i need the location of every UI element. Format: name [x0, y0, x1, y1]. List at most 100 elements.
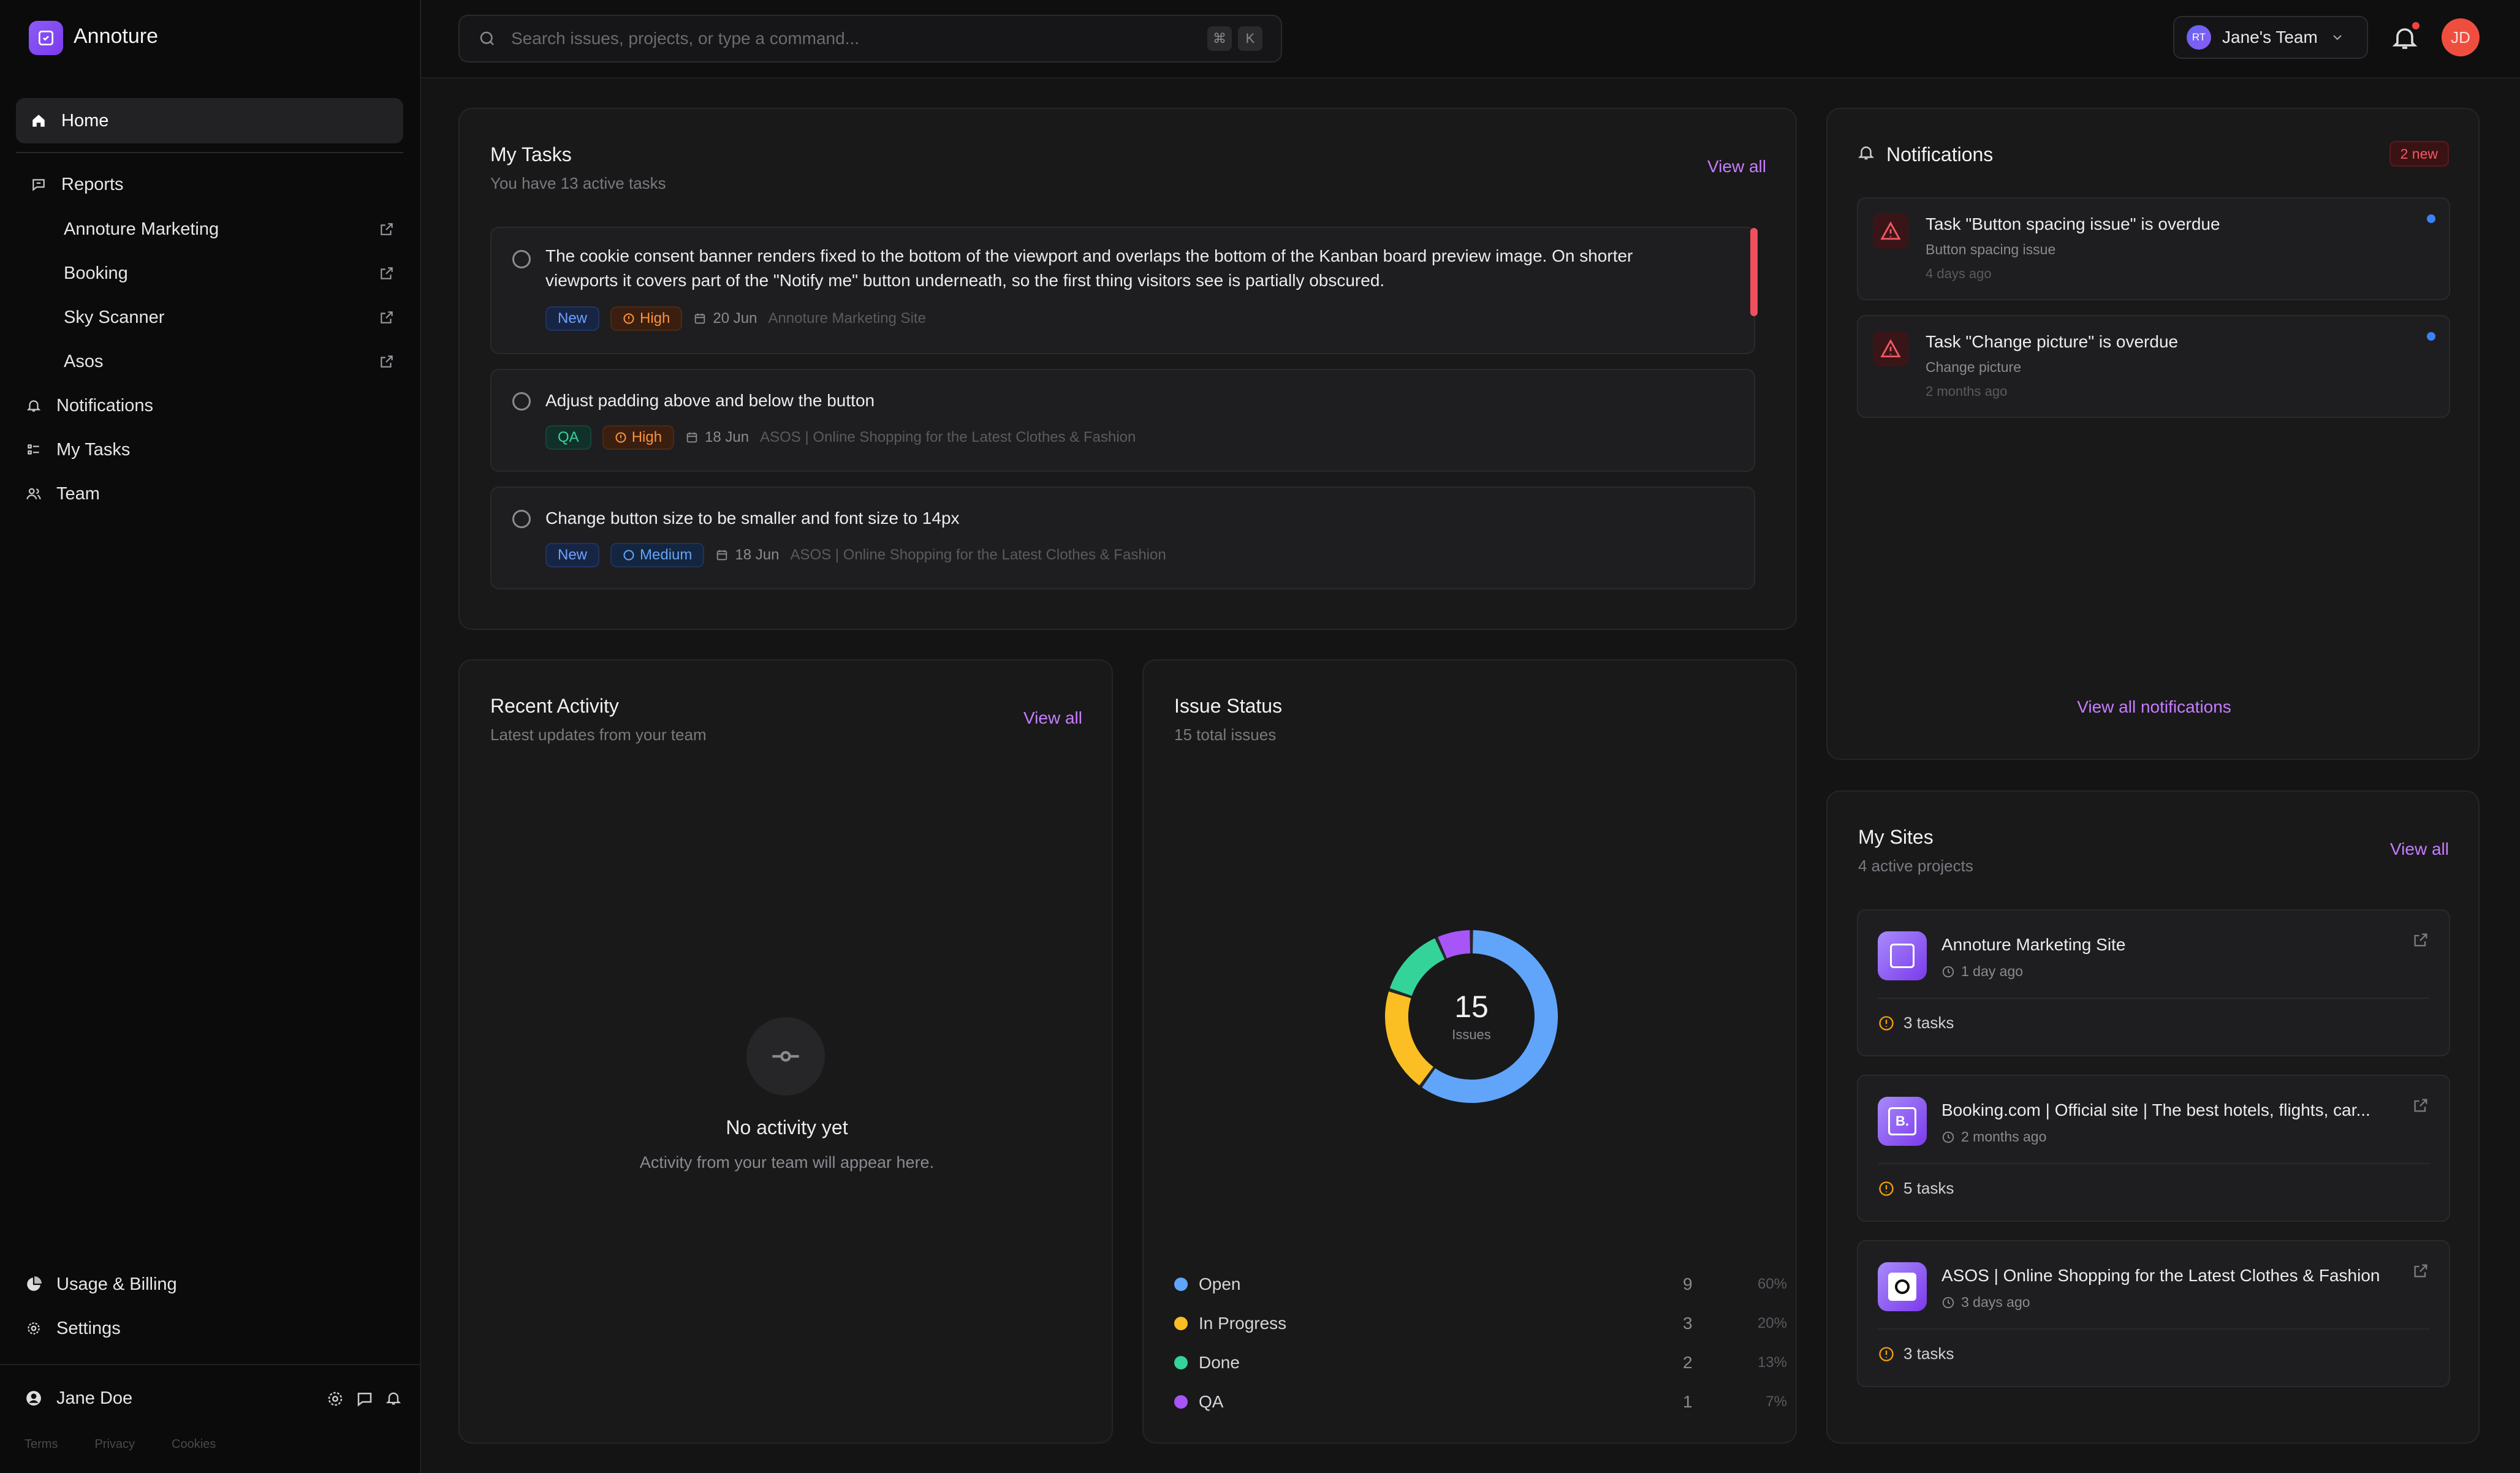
kbd-command: ⌘: [1207, 26, 1232, 51]
card-subtitle: Latest updates from your team: [490, 725, 707, 744]
legend-label: QA: [1199, 1392, 1224, 1411]
legend-dot: [1174, 1395, 1188, 1409]
divider: [1878, 1163, 2429, 1164]
site-name: Annoture Marketing Site: [1941, 935, 2126, 954]
settings-icon[interactable]: [326, 1390, 344, 1408]
site-item[interactable]: ASOS | Online Shopping for the Latest Cl…: [1857, 1240, 2450, 1387]
task-site: Annoture Marketing Site: [768, 310, 926, 327]
sidebar-item-report-skyscanner[interactable]: Sky Scanner: [64, 299, 395, 336]
external-link-icon[interactable]: [2412, 931, 2429, 949]
calendar-icon: [686, 432, 697, 443]
donut-center-value: 15: [1454, 990, 1489, 1024]
view-all-activity-link[interactable]: View all: [1023, 708, 1082, 728]
unread-dot: [2427, 214, 2435, 223]
site-tasks-label: 5 tasks: [1903, 1179, 1954, 1197]
view-all-sites-link[interactable]: View all: [2390, 839, 2449, 859]
external-link-icon[interactable]: [2412, 1262, 2429, 1279]
notifications-card: Notifications 2 new Task "Button spacing…: [1826, 108, 2480, 760]
view-all-notifications-link[interactable]: View all notifications: [1827, 697, 2481, 717]
bell-icon[interactable]: [385, 1390, 402, 1407]
notification-item[interactable]: Task "Change picture" is overdue Change …: [1857, 315, 2450, 418]
search-input[interactable]: Search issues, projects, or type a comma…: [458, 15, 1282, 62]
terms-link[interactable]: Terms: [25, 1437, 58, 1452]
site-logo-icon: B.: [1878, 1097, 1927, 1146]
legend-percent: 60%: [1757, 1276, 1787, 1292]
pie-chart-icon: [25, 1275, 43, 1293]
notification-title: Task "Button spacing issue" is overdue: [1926, 214, 2220, 233]
view-all-tasks-link[interactable]: View all: [1707, 157, 1766, 176]
activity-empty-icon: [746, 1017, 825, 1096]
card-title: Issue Status: [1174, 695, 1283, 717]
app-logo-icon[interactable]: [29, 21, 63, 55]
notification-dot: [2412, 22, 2419, 29]
my-tasks-card: My Tasks You have 13 active tasks View a…: [458, 108, 1797, 630]
external-link-icon: [381, 355, 393, 368]
footer-links: Terms Privacy Cookies: [25, 1437, 216, 1452]
kbd-k: K: [1238, 26, 1262, 51]
task-site: ASOS | Online Shopping for the Latest Cl…: [760, 429, 1136, 445]
task-checkbox[interactable]: [512, 392, 531, 411]
task-date-label: 18 Jun: [735, 547, 780, 563]
user-profile[interactable]: Jane Doe: [25, 1380, 132, 1417]
search-icon: [480, 31, 494, 45]
legend-dot: [1174, 1356, 1188, 1369]
legend-dot: [1174, 1278, 1188, 1291]
sidebar-item-team[interactable]: Team: [25, 475, 100, 512]
gear-icon: [25, 1319, 43, 1338]
team-switcher[interactable]: RT Jane's Team: [2173, 16, 2368, 59]
donut-center-label: Issues: [1452, 1027, 1491, 1042]
sidebar-item-my-tasks[interactable]: My Tasks: [25, 431, 130, 468]
avatar[interactable]: JD: [2442, 18, 2480, 56]
legend-count: 3: [1683, 1314, 1693, 1333]
external-link-icon[interactable]: [2412, 1097, 2429, 1114]
task-date: 18 Jun: [685, 429, 749, 446]
priority-badge: Medium: [610, 543, 705, 567]
card-title: Recent Activity: [490, 695, 619, 717]
task-tags: New Medium 18 Jun ASOS | Online Shopping…: [545, 543, 1166, 567]
site-item[interactable]: B. Booking.com | Official site | The bes…: [1857, 1075, 2450, 1222]
task-item[interactable]: The cookie consent banner renders fixed …: [490, 227, 1758, 354]
sidebar-item-settings[interactable]: Settings: [25, 1310, 121, 1347]
message-icon[interactable]: [355, 1390, 374, 1408]
site-logo-icon: [1878, 1262, 1927, 1311]
privacy-link[interactable]: Privacy: [94, 1437, 135, 1452]
notification-item[interactable]: Task "Button spacing issue" is overdue B…: [1857, 197, 2450, 300]
site-logo-icon: [1878, 931, 1927, 980]
site-item[interactable]: Annoture Marketing Site 1 day ago 3 task…: [1857, 909, 2450, 1056]
sidebar-item-report-annoture[interactable]: Annoture Marketing: [64, 211, 395, 248]
sidebar-item-usage-billing[interactable]: Usage & Billing: [25, 1266, 177, 1303]
sidebar-item-label: Reports: [61, 174, 124, 194]
site-name: ASOS | Online Shopping for the Latest Cl…: [1941, 1266, 2380, 1285]
site-tasks-label: 3 tasks: [1903, 1344, 1954, 1363]
divider: [16, 152, 403, 153]
card-subtitle: 4 active projects: [1858, 857, 1973, 875]
legend-percent: 13%: [1757, 1354, 1787, 1371]
task-item[interactable]: Change button size to be smaller and fon…: [490, 487, 1755, 589]
cookies-link[interactable]: Cookies: [172, 1437, 216, 1452]
recent-activity-card: Recent Activity Latest updates from your…: [458, 659, 1113, 1444]
sidebar-item-home-row[interactable]: Home: [29, 102, 108, 139]
site-task-count: 3 tasks: [1878, 1344, 1954, 1363]
notification-subtitle: Change picture: [1926, 359, 2021, 375]
task-checkbox[interactable]: [512, 250, 531, 268]
site-updated: 3 days ago: [1941, 1294, 2030, 1311]
task-item[interactable]: Adjust padding above and below the butto…: [490, 369, 1755, 472]
sidebar-item-report-booking[interactable]: Booking: [64, 255, 395, 292]
sidebar-item-notifications[interactable]: Notifications: [25, 387, 153, 424]
user-icon: [25, 1389, 43, 1407]
task-checkbox[interactable]: [512, 510, 531, 528]
priority-label: Medium: [640, 547, 693, 563]
legend-row-in-progress: In Progress 3 20%: [1174, 1311, 1787, 1336]
search-placeholder: Search issues, projects, or type a comma…: [511, 29, 860, 48]
user-name: Jane Doe: [56, 1388, 133, 1408]
warning-icon: [1873, 213, 1908, 249]
sidebar-item-report-asos[interactable]: Asos: [64, 343, 395, 380]
overdue-indicator: [1750, 228, 1758, 316]
divider: [1878, 998, 2429, 999]
sidebar-item-reports[interactable]: Reports: [29, 166, 124, 203]
sidebar-item-label: Booking: [64, 263, 128, 283]
bell-icon: [1858, 146, 1875, 160]
empty-subtitle: Activity from your team will appear here…: [639, 1153, 935, 1172]
priority-badge: High: [602, 425, 675, 450]
task-tags: QA High 18 Jun ASOS | Online Shopping fo…: [545, 425, 1136, 450]
